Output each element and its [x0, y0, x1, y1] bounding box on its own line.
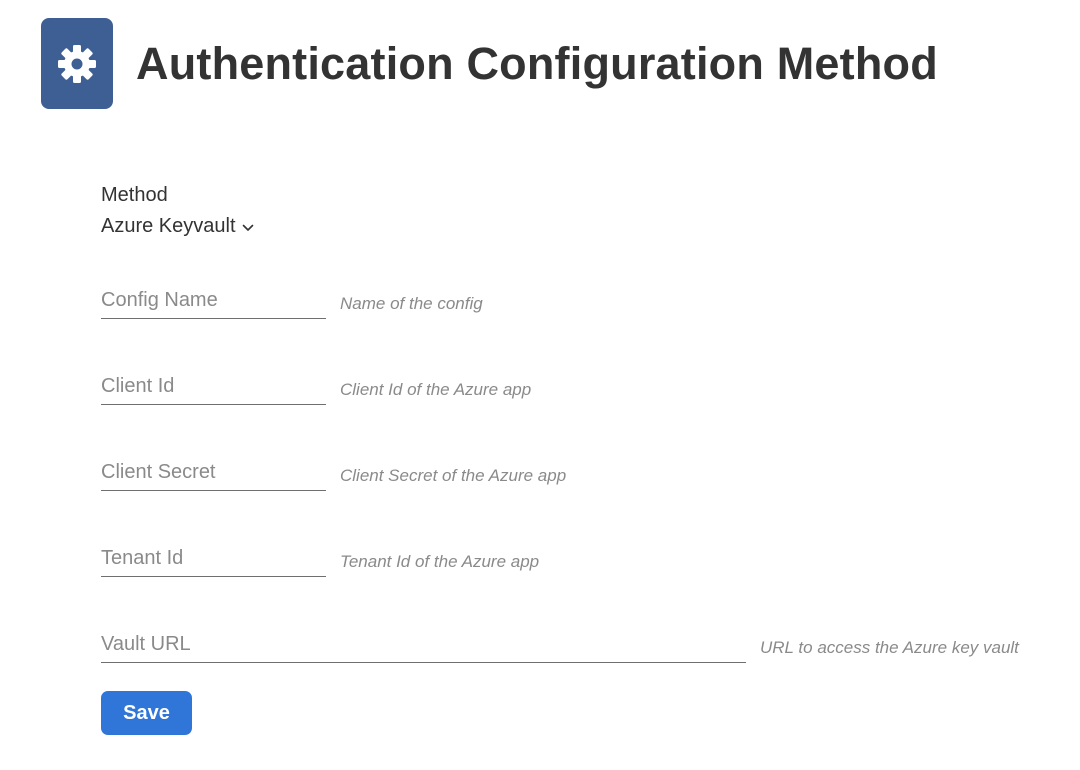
- client-id-input[interactable]: [101, 372, 326, 405]
- config-name-input[interactable]: [101, 286, 326, 319]
- method-selected-value: Azure Keyvault: [101, 215, 236, 237]
- config-name-hint: Name of the config: [340, 294, 483, 313]
- tenant-id-hint: Tenant Id of the Azure app: [340, 552, 540, 571]
- client-secret-input[interactable]: [101, 458, 326, 491]
- save-button[interactable]: Save: [101, 691, 192, 735]
- client-secret-field: Client Secret of the Azure app: [101, 458, 566, 491]
- vault-url-hint: URL to access the Azure key vault: [760, 638, 1019, 657]
- client-id-hint: Client Id of the Azure app: [340, 380, 532, 399]
- client-id-field: Client Id of the Azure app: [101, 372, 531, 405]
- tenant-id-field: Tenant Id of the Azure app: [101, 544, 539, 577]
- auth-config-page: Authentication Configuration Method Meth…: [0, 0, 1080, 770]
- tenant-id-input[interactable]: [101, 544, 326, 577]
- config-name-field: Name of the config: [101, 286, 483, 319]
- method-label: Method: [101, 184, 168, 206]
- page-header: Authentication Configuration Method: [41, 18, 938, 109]
- gear-icon: [41, 18, 113, 109]
- method-dropdown[interactable]: Azure Keyvault: [101, 215, 254, 238]
- client-secret-hint: Client Secret of the Azure app: [340, 466, 567, 485]
- chevron-down-icon: [242, 215, 254, 238]
- vault-url-input[interactable]: [101, 630, 746, 663]
- gear-icon-graphic: [58, 44, 96, 83]
- page-title: Authentication Configuration Method: [136, 37, 938, 89]
- vault-url-field: URL to access the Azure key vault: [101, 630, 1019, 663]
